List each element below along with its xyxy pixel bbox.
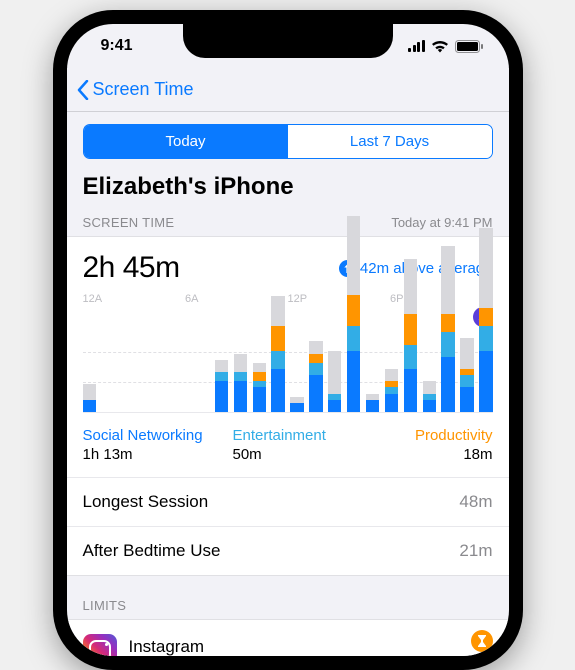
row-label: Longest Session	[83, 492, 209, 512]
cellular-icon	[408, 40, 425, 52]
row-longest-session[interactable]: Longest Session 48m	[67, 477, 509, 526]
chart-bar	[83, 384, 96, 412]
chart-bar	[271, 296, 284, 413]
category-productivity: Productivity 18m	[363, 427, 493, 463]
section-label: SCREEN TIME	[83, 215, 175, 230]
app-name: Instagram	[129, 637, 439, 657]
limits-section-label: LIMITS	[83, 576, 493, 619]
chart-bar	[366, 394, 379, 412]
instagram-icon	[83, 634, 117, 656]
navigation-bar: Screen Time	[67, 68, 509, 112]
limit-row-instagram[interactable]: Instagram 5m left	[67, 619, 509, 656]
time-range-segmented[interactable]: Today Last 7 Days	[83, 124, 493, 159]
chart-bar	[385, 369, 398, 412]
chart-bar	[423, 381, 436, 412]
back-label: Screen Time	[93, 79, 194, 100]
chart-bar	[309, 341, 322, 412]
chart-bar	[479, 228, 492, 412]
chart-bar	[234, 354, 247, 412]
row-value: 21m	[459, 541, 492, 561]
chart-bar	[460, 338, 473, 412]
chart-bar	[328, 351, 341, 412]
status-time: 9:41	[101, 37, 133, 55]
wifi-icon	[431, 40, 449, 53]
status-indicators	[408, 40, 483, 53]
chart-bar	[404, 259, 417, 412]
chart-bar	[347, 216, 360, 412]
battery-icon	[455, 40, 483, 53]
category-entertainment: Entertainment 50m	[213, 427, 363, 463]
screen-time-card[interactable]: 2h 45m 42m above average 12A 6A 12P 6P	[67, 236, 509, 576]
screen-time-section-header: SCREEN TIME Today at 9:41 PM	[83, 215, 493, 230]
chevron-left-icon	[77, 80, 89, 100]
segment-today[interactable]: Today	[84, 125, 288, 158]
chart-bar	[215, 360, 228, 412]
row-label: After Bedtime Use	[83, 541, 221, 561]
chart-bar	[441, 246, 454, 412]
delta-text: 42m above average	[360, 260, 493, 277]
row-value: 48m	[459, 492, 492, 512]
section-timestamp: Today at 9:41 PM	[391, 215, 492, 230]
hour-label: 12P	[288, 293, 391, 305]
chart-bar	[253, 363, 266, 412]
total-time: 2h 45m	[83, 251, 180, 285]
back-button[interactable]: Screen Time	[77, 79, 194, 100]
segment-last7[interactable]: Last 7 Days	[288, 125, 492, 158]
device-title: Elizabeth's iPhone	[83, 173, 493, 201]
category-social: Social Networking 1h 13m	[83, 427, 213, 463]
hour-label: 12A	[83, 293, 186, 305]
usage-chart: 12A 6A 12P 6P	[83, 293, 493, 413]
row-after-bedtime[interactable]: After Bedtime Use 21m	[67, 526, 509, 575]
hourglass-icon	[471, 630, 493, 652]
chart-bar	[290, 397, 303, 412]
